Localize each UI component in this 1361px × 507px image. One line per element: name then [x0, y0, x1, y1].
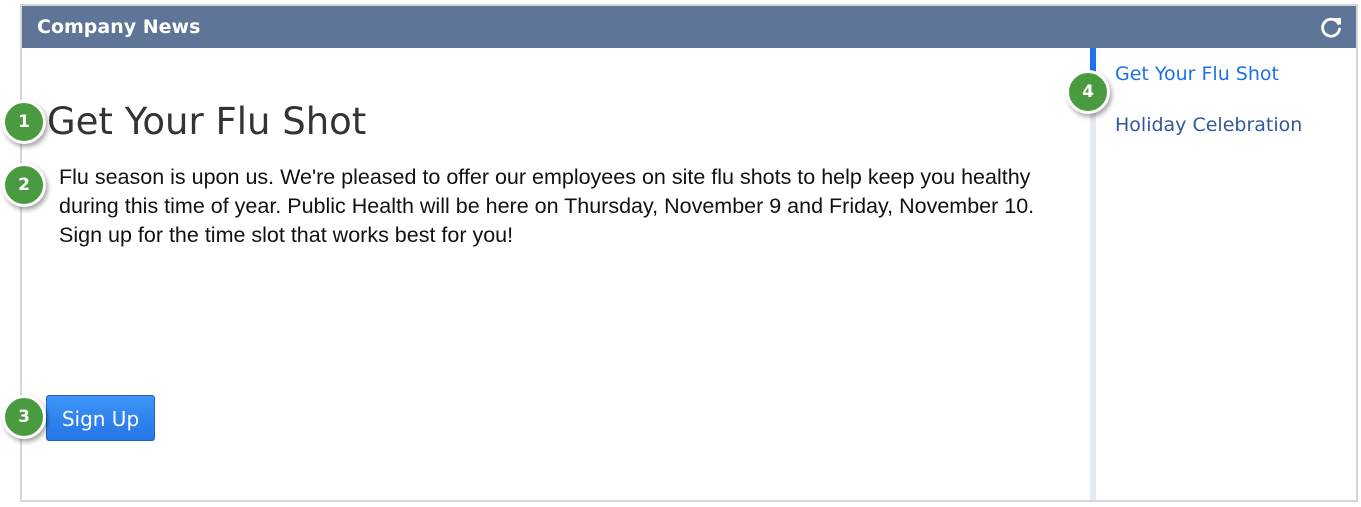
article-title: Get Your Flu Shot [47, 100, 367, 143]
article-content: Get Your Flu Shot Flu season is upon us.… [22, 48, 1090, 500]
portlet-title: Company News [37, 16, 201, 38]
callout-marker-2: 2 [2, 163, 46, 207]
portlet-header: Company News [22, 6, 1356, 48]
company-news-portlet: Company News Get Your Flu Shot Flu seaso… [20, 4, 1358, 502]
article-body: Flu season is upon us. We're pleased to … [59, 165, 1035, 247]
sign-up-button[interactable]: Sign Up [46, 395, 155, 441]
sidebar-item-get-your-flu-shot[interactable]: Get Your Flu Shot [1090, 48, 1358, 94]
news-sidebar: Get Your Flu Shot Holiday Celebration [1090, 48, 1356, 500]
callout-marker-4: 4 [1066, 70, 1110, 114]
sidebar-item-holiday-celebration[interactable]: Holiday Celebration [1096, 105, 1358, 145]
callout-marker-3: 3 [2, 395, 46, 439]
refresh-icon[interactable] [1318, 14, 1344, 40]
callout-marker-1: 1 [2, 100, 46, 144]
